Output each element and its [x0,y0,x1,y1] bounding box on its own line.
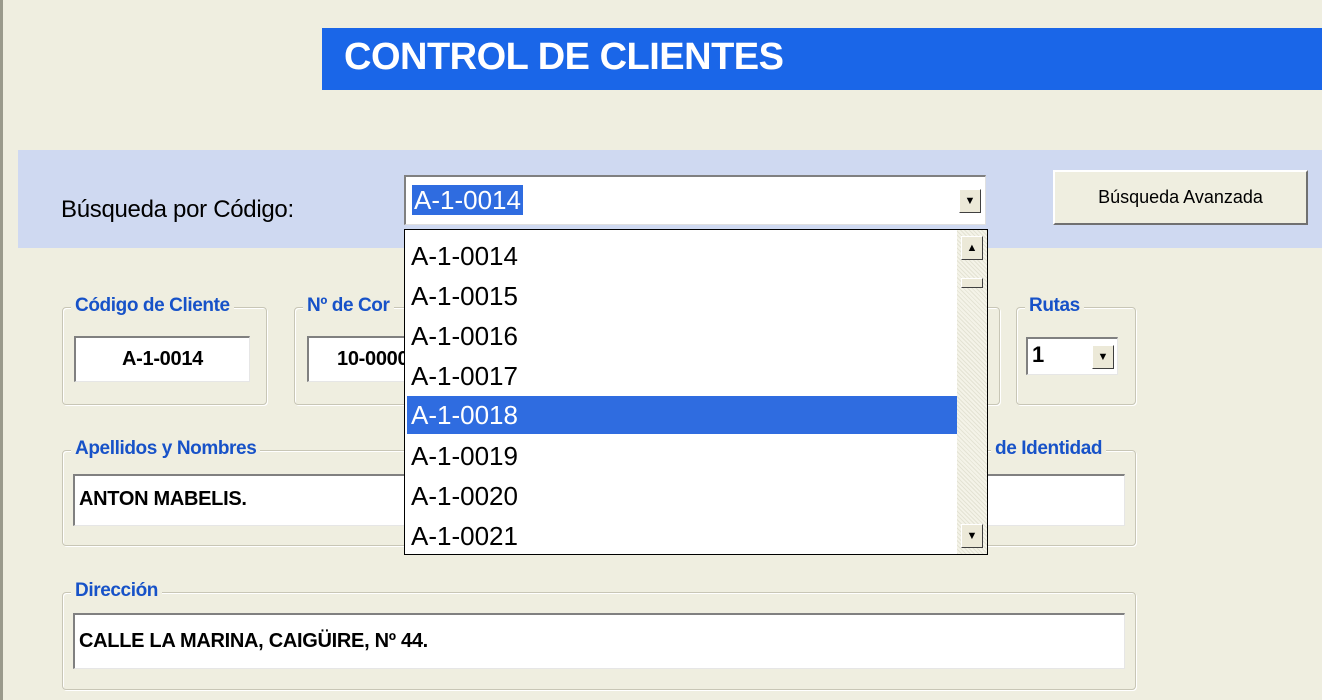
scroll-thumb[interactable] [961,278,983,288]
list-item-highlighted[interactable]: A-1-0018 [407,396,957,434]
page-title: CONTROL DE CLIENTES [322,28,1322,90]
code-search-combobox[interactable]: A-1-0014 ▼ [404,175,986,225]
list-item[interactable]: A-1-0014 [407,237,957,275]
routes-select[interactable]: 1 ▼ [1026,337,1118,375]
code-dropdown-list[interactable]: A-1-0014 A-1-0015 A-1-0016 A-1-0017 A-1-… [404,229,988,555]
scroll-up-icon[interactable]: ▲ [961,236,983,260]
scroll-down-icon[interactable]: ▼ [961,524,983,548]
client-code-label: Código de Cliente [71,295,234,317]
full-name-field[interactable]: ANTON MABELIS. [73,474,413,526]
identity-field[interactable] [970,474,1125,526]
routes-value: 1 [1032,342,1045,367]
address-label: Dirección [71,580,162,602]
client-code-group: Código de Cliente A-1-0014 [62,295,267,405]
advanced-search-button[interactable]: Búsqueda Avanzada [1053,170,1308,225]
address-field[interactable]: CALLE LA MARINA, CAIGÜIRE, Nº 44. [73,613,1125,669]
window-left-border [0,0,3,700]
list-item[interactable]: A-1-0017 [407,357,957,395]
list-item[interactable]: A-1-0019 [407,437,957,475]
routes-label: Rutas [1025,295,1084,317]
search-by-code-label: Búsqueda por Código: [61,196,294,223]
list-item[interactable]: A-1-0020 [407,477,957,515]
dropdown-scrollbar[interactable]: ▲ ▼ [957,230,987,554]
identity-label: de Identidad [991,438,1107,460]
code-search-value[interactable]: A-1-0014 [412,185,523,215]
client-code-field[interactable]: A-1-0014 [74,336,250,382]
list-item[interactable]: A-1-0015 [407,277,957,315]
list-item[interactable]: A-1-0021 [407,517,957,554]
chevron-down-icon[interactable]: ▼ [1092,345,1114,369]
contract-number-label: Nº de Cor [303,295,394,317]
list-item[interactable]: A-1-0016 [407,317,957,355]
full-name-label: Apellidos y Nombres [71,438,261,460]
chevron-down-icon[interactable]: ▼ [959,189,981,213]
